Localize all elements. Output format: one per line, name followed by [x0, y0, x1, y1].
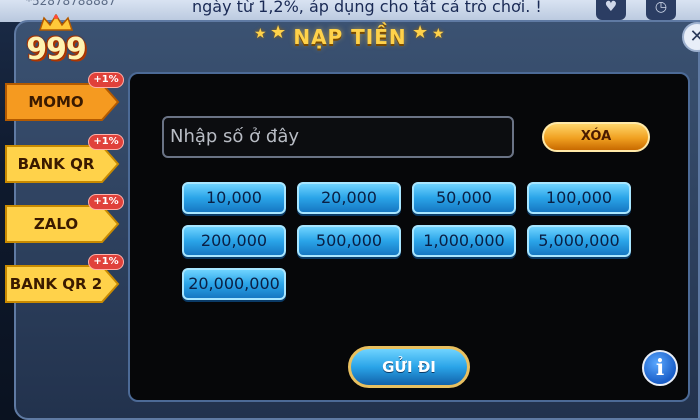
- submit-button[interactable]: GỬI ĐI: [348, 346, 470, 388]
- amount-option[interactable]: 100,000: [527, 182, 631, 214]
- tab-bank-qr-2[interactable]: BANK QR 2 +1%: [4, 254, 124, 304]
- tab-bank-qr[interactable]: BANK QR +1%: [4, 134, 124, 184]
- logo-text: 999: [26, 32, 87, 67]
- tab-label: BANK QR 2: [9, 275, 103, 293]
- info-icon[interactable]: i: [642, 350, 678, 386]
- tab-label: ZALO: [33, 215, 79, 233]
- tab-zalo[interactable]: ZALO +1%: [4, 194, 124, 244]
- amount-option[interactable]: 20,000,000: [182, 268, 286, 300]
- news-ticker: *52878788887 ngày từ 1,2%, áp dụng cho t…: [0, 0, 700, 22]
- amount-input[interactable]: Nhập số ở đây: [162, 116, 514, 158]
- heart-icon[interactable]: ♥: [596, 0, 626, 20]
- star-icon: ★: [432, 26, 445, 42]
- bonus-badge: +1%: [88, 194, 124, 210]
- star-icon: ★: [254, 26, 267, 42]
- ticker-message: ngày từ 1,2%, áp dụng cho tất cả trò chơ…: [192, 0, 542, 16]
- tab-label: BANK QR: [17, 155, 95, 173]
- clock-icon[interactable]: ◷: [646, 0, 676, 20]
- star-icon: ★: [412, 22, 429, 43]
- star-icon: ★: [270, 22, 287, 43]
- clear-button[interactable]: XÓA: [542, 122, 650, 152]
- tab-momo[interactable]: MOMO +1%: [4, 72, 124, 122]
- bonus-badge: +1%: [88, 134, 124, 150]
- tab-label: MOMO: [28, 93, 84, 111]
- ticker-user-id: *52878788887: [26, 0, 116, 8]
- amount-option[interactable]: 50,000: [412, 182, 516, 214]
- amount-option[interactable]: 20,000: [297, 182, 401, 214]
- crown-icon: [38, 14, 74, 31]
- bonus-badge: +1%: [88, 254, 124, 270]
- amount-option[interactable]: 10,000: [182, 182, 286, 214]
- amount-option[interactable]: 1,000,000: [412, 225, 516, 257]
- amount-option[interactable]: 5,000,000: [527, 225, 631, 257]
- amount-option[interactable]: 500,000: [297, 225, 401, 257]
- brand-logo: 999: [8, 14, 104, 76]
- amount-option[interactable]: 200,000: [182, 225, 286, 257]
- bonus-badge: +1%: [88, 72, 124, 88]
- dialog-header: ★ ★ NẠP TIỀN ★ ★: [250, 22, 450, 52]
